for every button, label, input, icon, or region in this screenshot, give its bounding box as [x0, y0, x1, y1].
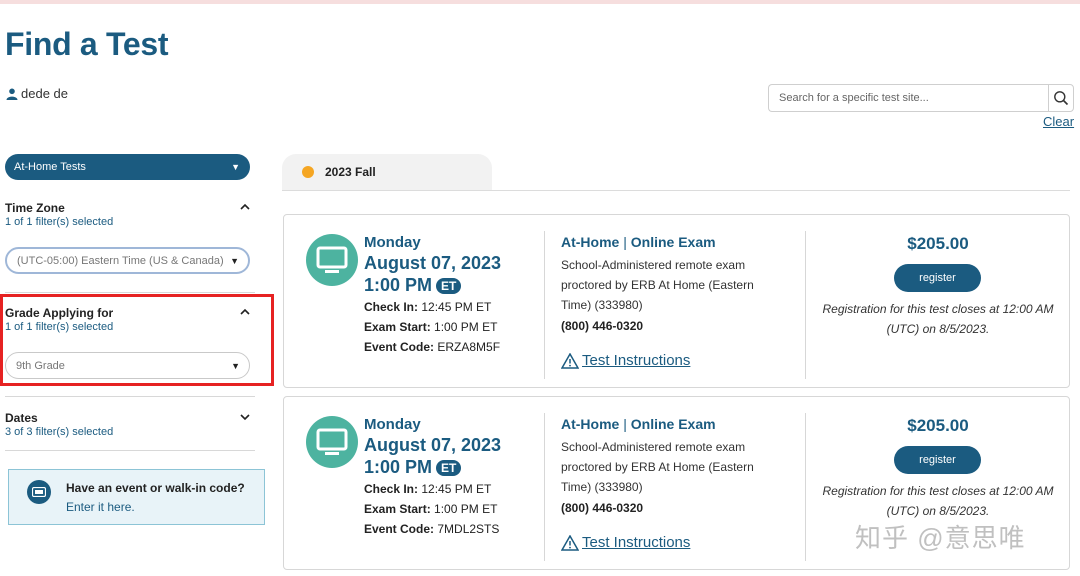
- filter-subtitle: 3 of 3 filter(s) selected: [5, 426, 114, 438]
- check-in-row: Check In: 12:45 PM ET: [364, 300, 491, 314]
- exam-start-value: 1:00 PM ET: [434, 320, 498, 334]
- register-button[interactable]: register: [894, 264, 981, 292]
- warning-icon: [561, 352, 579, 369]
- filter-time-zone[interactable]: Time Zone 1 of 1 filter(s) selected: [5, 201, 255, 228]
- top-alert-strip: [0, 0, 1080, 4]
- test-date: August 07, 2023: [364, 253, 502, 273]
- exam-start-row: Exam Start: 1:00 PM ET: [364, 502, 497, 516]
- divider: [544, 413, 545, 561]
- tab-2023-fall[interactable]: 2023 Fall: [282, 154, 492, 190]
- instructions-label: Test Instructions: [582, 352, 691, 369]
- check-in-value: 12:45 PM ET: [421, 482, 492, 496]
- test-type-select[interactable]: At-Home Tests ▼: [5, 154, 250, 180]
- registration-close-note: Registration for this test closes at 12:…: [822, 302, 1054, 336]
- clear-link[interactable]: Clear: [1043, 114, 1074, 129]
- exam-start-row: Exam Start: 1:00 PM ET: [364, 320, 497, 334]
- exam-title: At-Home | Online Exam: [561, 234, 716, 250]
- status-dot: [302, 166, 314, 178]
- exam-description: School-Administered remote exam proctore…: [561, 258, 754, 312]
- divider: [5, 450, 255, 451]
- search-icon: [1054, 91, 1069, 106]
- monitor-icon: [306, 234, 358, 286]
- instructions-label: Test Instructions: [582, 534, 691, 551]
- divider: [5, 292, 255, 293]
- event-code-label: Event Code:: [364, 340, 435, 354]
- filter-subtitle: 1 of 1 filter(s) selected: [5, 216, 114, 228]
- time-value: 1:00 PM: [364, 275, 433, 295]
- tab-label: 2023 Fall: [325, 165, 376, 179]
- test-time: 1:00 PM ET: [364, 275, 462, 296]
- check-in-value: 12:45 PM ET: [421, 300, 492, 314]
- test-price: $205.00: [907, 416, 969, 435]
- exam-type-a: At-Home: [561, 234, 620, 250]
- ticket-icon: [27, 480, 51, 504]
- timezone-badge: ET: [436, 459, 462, 476]
- register-button[interactable]: register: [894, 446, 981, 474]
- filter-dates[interactable]: Dates 3 of 3 filter(s) selected: [5, 411, 255, 438]
- warning-icon: [561, 534, 579, 551]
- filter-title: Time Zone: [5, 201, 65, 215]
- time-zone-select[interactable]: (UTC-05:00) Eastern Time (US & Canada) ▼: [5, 247, 250, 274]
- phone-number: (800) 446-0320: [561, 501, 644, 515]
- event-code-value: 7MDL2STS: [437, 522, 500, 536]
- exam-separator: |: [623, 234, 627, 250]
- caret-down-icon: ▼: [231, 162, 240, 172]
- divider: [5, 396, 255, 397]
- phone-number: (800) 446-0320: [561, 319, 644, 333]
- check-in-row: Check In: 12:45 PM ET: [364, 482, 491, 496]
- enter-code-link[interactable]: Enter it here.: [66, 500, 135, 514]
- divider: [544, 231, 545, 379]
- chevron-up-icon[interactable]: [239, 201, 251, 213]
- exam-description: School-Administered remote exam proctore…: [561, 440, 754, 494]
- event-code-title: Have an event or walk-in code?: [66, 481, 245, 495]
- time-zone-value: (UTC-05:00) Eastern Time (US & Canada): [17, 254, 224, 267]
- user-icon: [6, 88, 18, 100]
- exam-start-label: Exam Start:: [364, 320, 431, 334]
- search-button[interactable]: [1048, 84, 1074, 112]
- exam-type-b: Online Exam: [630, 234, 716, 250]
- exam-start-value: 1:00 PM ET: [434, 502, 498, 516]
- test-day: Monday: [364, 234, 421, 251]
- exam-title: At-Home | Online Exam: [561, 416, 716, 432]
- test-site-search: [768, 84, 1074, 112]
- exam-type-a: At-Home: [561, 416, 620, 432]
- test-price: $205.00: [907, 234, 969, 253]
- test-date: August 07, 2023: [364, 435, 502, 455]
- exam-type-b: Online Exam: [630, 416, 716, 432]
- test-type-value: At-Home Tests: [14, 161, 86, 173]
- test-time: 1:00 PM ET: [364, 457, 462, 478]
- test-day: Monday: [364, 416, 421, 433]
- event-code-row: Event Code: ERZA8M5F: [364, 340, 500, 354]
- watermark: 知乎 @意思唯: [855, 523, 1026, 553]
- timezone-badge: ET: [436, 277, 462, 294]
- search-input[interactable]: [768, 84, 1048, 112]
- test-instructions-link[interactable]: Test Instructions: [561, 534, 690, 551]
- filter-sidebar: At-Home Tests ▼ Time Zone 1 of 1 filter(…: [5, 154, 267, 451]
- test-instructions-link[interactable]: Test Instructions: [561, 352, 690, 369]
- tab-divider: [282, 190, 1070, 191]
- event-code-box[interactable]: Have an event or walk-in code? Enter it …: [8, 469, 265, 525]
- chevron-down-icon[interactable]: [239, 411, 251, 423]
- registration-close-note: Registration for this test closes at 12:…: [822, 484, 1054, 518]
- red-highlight-box: [0, 294, 274, 386]
- filter-title: Dates: [5, 411, 38, 425]
- check-in-label: Check In:: [364, 300, 419, 314]
- test-card: Monday August 07, 2023 1:00 PM ET Check I…: [283, 214, 1070, 388]
- caret-down-icon: ▼: [230, 255, 239, 266]
- time-value: 1:00 PM: [364, 457, 433, 477]
- user-info: dede de: [6, 86, 68, 101]
- page-title: Find a Test: [5, 26, 169, 62]
- exam-start-label: Exam Start:: [364, 502, 431, 516]
- event-code-value: ERZA8M5F: [437, 340, 501, 354]
- monitor-icon: [306, 416, 358, 468]
- event-code-label: Event Code:: [364, 522, 435, 536]
- exam-separator: |: [623, 416, 627, 432]
- event-code-row: Event Code: 7MDL2STS: [364, 522, 499, 536]
- check-in-label: Check In:: [364, 482, 419, 496]
- user-name: dede de: [21, 86, 68, 101]
